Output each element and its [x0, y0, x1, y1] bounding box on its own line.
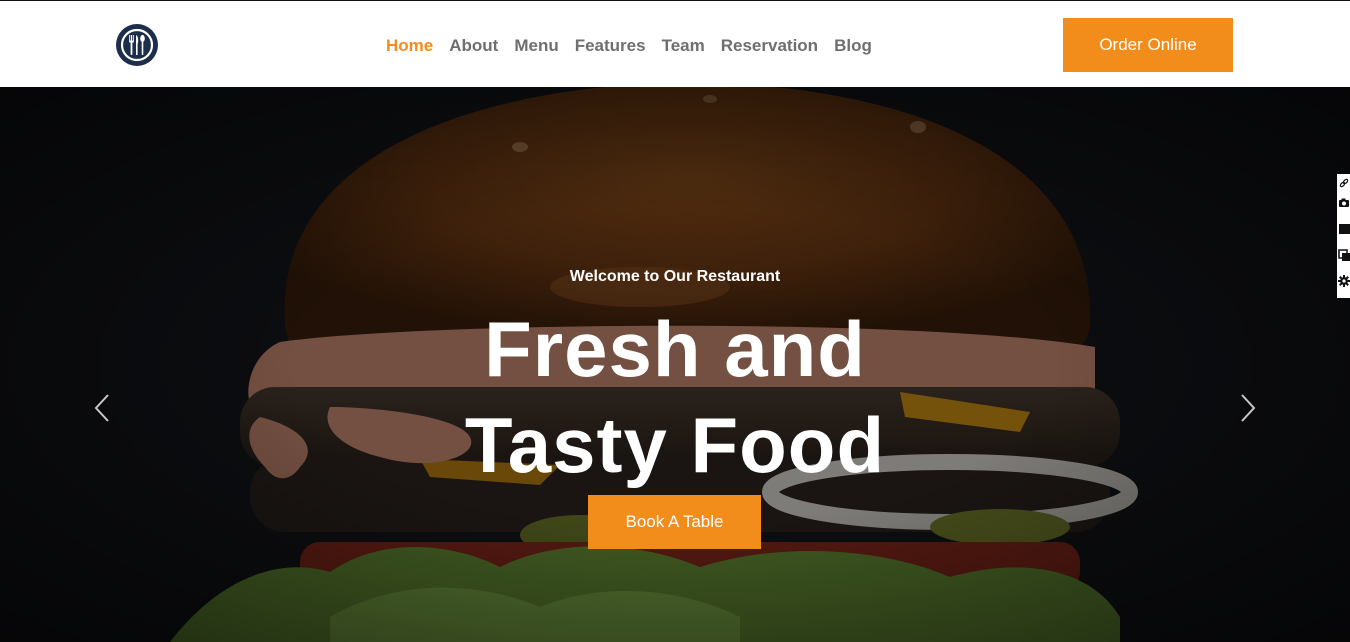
hero-slider: Welcome to Our Restaurant Fresh and Tast…	[0, 87, 1350, 642]
chevron-left-icon	[94, 394, 109, 422]
chevron-right-icon	[1241, 394, 1256, 422]
order-online-button[interactable]: Order Online	[1063, 18, 1233, 72]
hero-headline: Fresh and Tasty Food	[0, 301, 1350, 493]
square-icon	[1339, 224, 1350, 234]
main-nav: Home About Menu Features Team Reservatio…	[386, 35, 888, 57]
hero-headline-line1: Fresh and	[484, 305, 866, 393]
nav-team[interactable]: Team	[662, 36, 705, 56]
settings-tool[interactable]	[1338, 274, 1350, 288]
nav-home[interactable]: Home	[386, 36, 433, 56]
square-tool[interactable]	[1338, 222, 1350, 236]
logo[interactable]	[116, 24, 158, 66]
slider-next-button[interactable]	[1238, 393, 1258, 423]
book-a-table-button[interactable]: Book A Table	[588, 495, 761, 549]
page: Home About Menu Features Team Reservatio…	[0, 0, 1350, 642]
gear-icon	[1338, 275, 1350, 287]
hero-content: Welcome to Our Restaurant Fresh and Tast…	[0, 87, 1350, 642]
nav-blog[interactable]: Blog	[834, 36, 872, 56]
hero-headline-line2: Tasty Food	[464, 401, 886, 489]
camera-icon	[1339, 198, 1349, 207]
hero-welcome-text: Welcome to Our Restaurant	[569, 268, 781, 285]
site-header: Home About Menu Features Team Reservatio…	[0, 0, 1350, 87]
nav-menu[interactable]: Menu	[514, 36, 558, 56]
link-icon	[1339, 178, 1349, 188]
camera-tool[interactable]	[1338, 196, 1350, 210]
link-tool[interactable]	[1338, 176, 1350, 190]
copy-icon	[1338, 249, 1350, 261]
nav-about[interactable]: About	[449, 36, 498, 56]
copy-tool[interactable]	[1338, 248, 1350, 262]
nav-features[interactable]: Features	[575, 36, 646, 56]
nav-reservation[interactable]: Reservation	[721, 36, 818, 56]
slider-prev-button[interactable]	[92, 393, 112, 423]
side-tool-strip	[1337, 174, 1350, 298]
fork-knife-spoon-icon	[120, 28, 154, 62]
